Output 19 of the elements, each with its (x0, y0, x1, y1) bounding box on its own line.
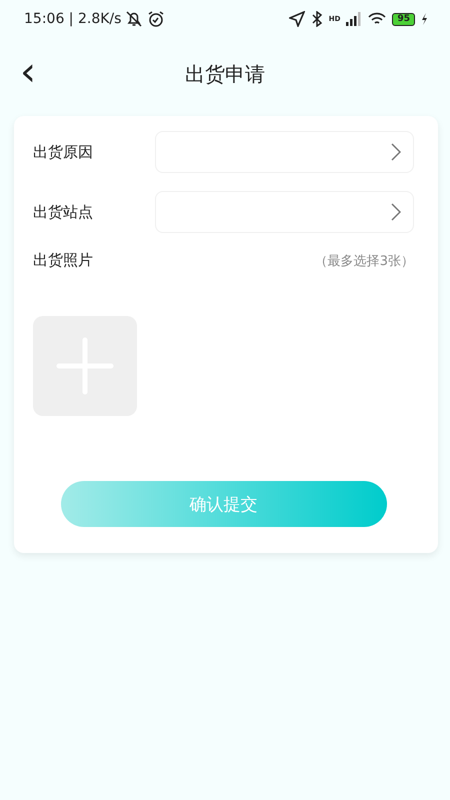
chevron-right-icon (391, 203, 401, 221)
field-label: 出货照片 (33, 251, 94, 270)
bell-muted-icon (125, 10, 144, 28)
battery-level: 95 (392, 12, 415, 26)
select-field[interactable] (155, 131, 414, 173)
signal-icon (346, 12, 362, 26)
field-label: 出货站点 (33, 202, 94, 222)
select-field[interactable] (155, 191, 414, 233)
location-arrow-icon (288, 11, 305, 27)
charging-icon (421, 13, 428, 25)
chevron-right-icon (391, 143, 401, 161)
field-label: 出货原因 (33, 142, 94, 162)
bluetooth-icon (310, 11, 323, 27)
alarm-icon (147, 10, 166, 28)
wifi-icon (368, 12, 386, 26)
page-title: 出货申请 (185, 60, 265, 88)
status-time: 15:06 | 2.8K/s (24, 11, 122, 27)
back-button[interactable]: ‹ (14, 54, 42, 90)
photo-limit-hint: （最多选择3张） (314, 252, 414, 270)
